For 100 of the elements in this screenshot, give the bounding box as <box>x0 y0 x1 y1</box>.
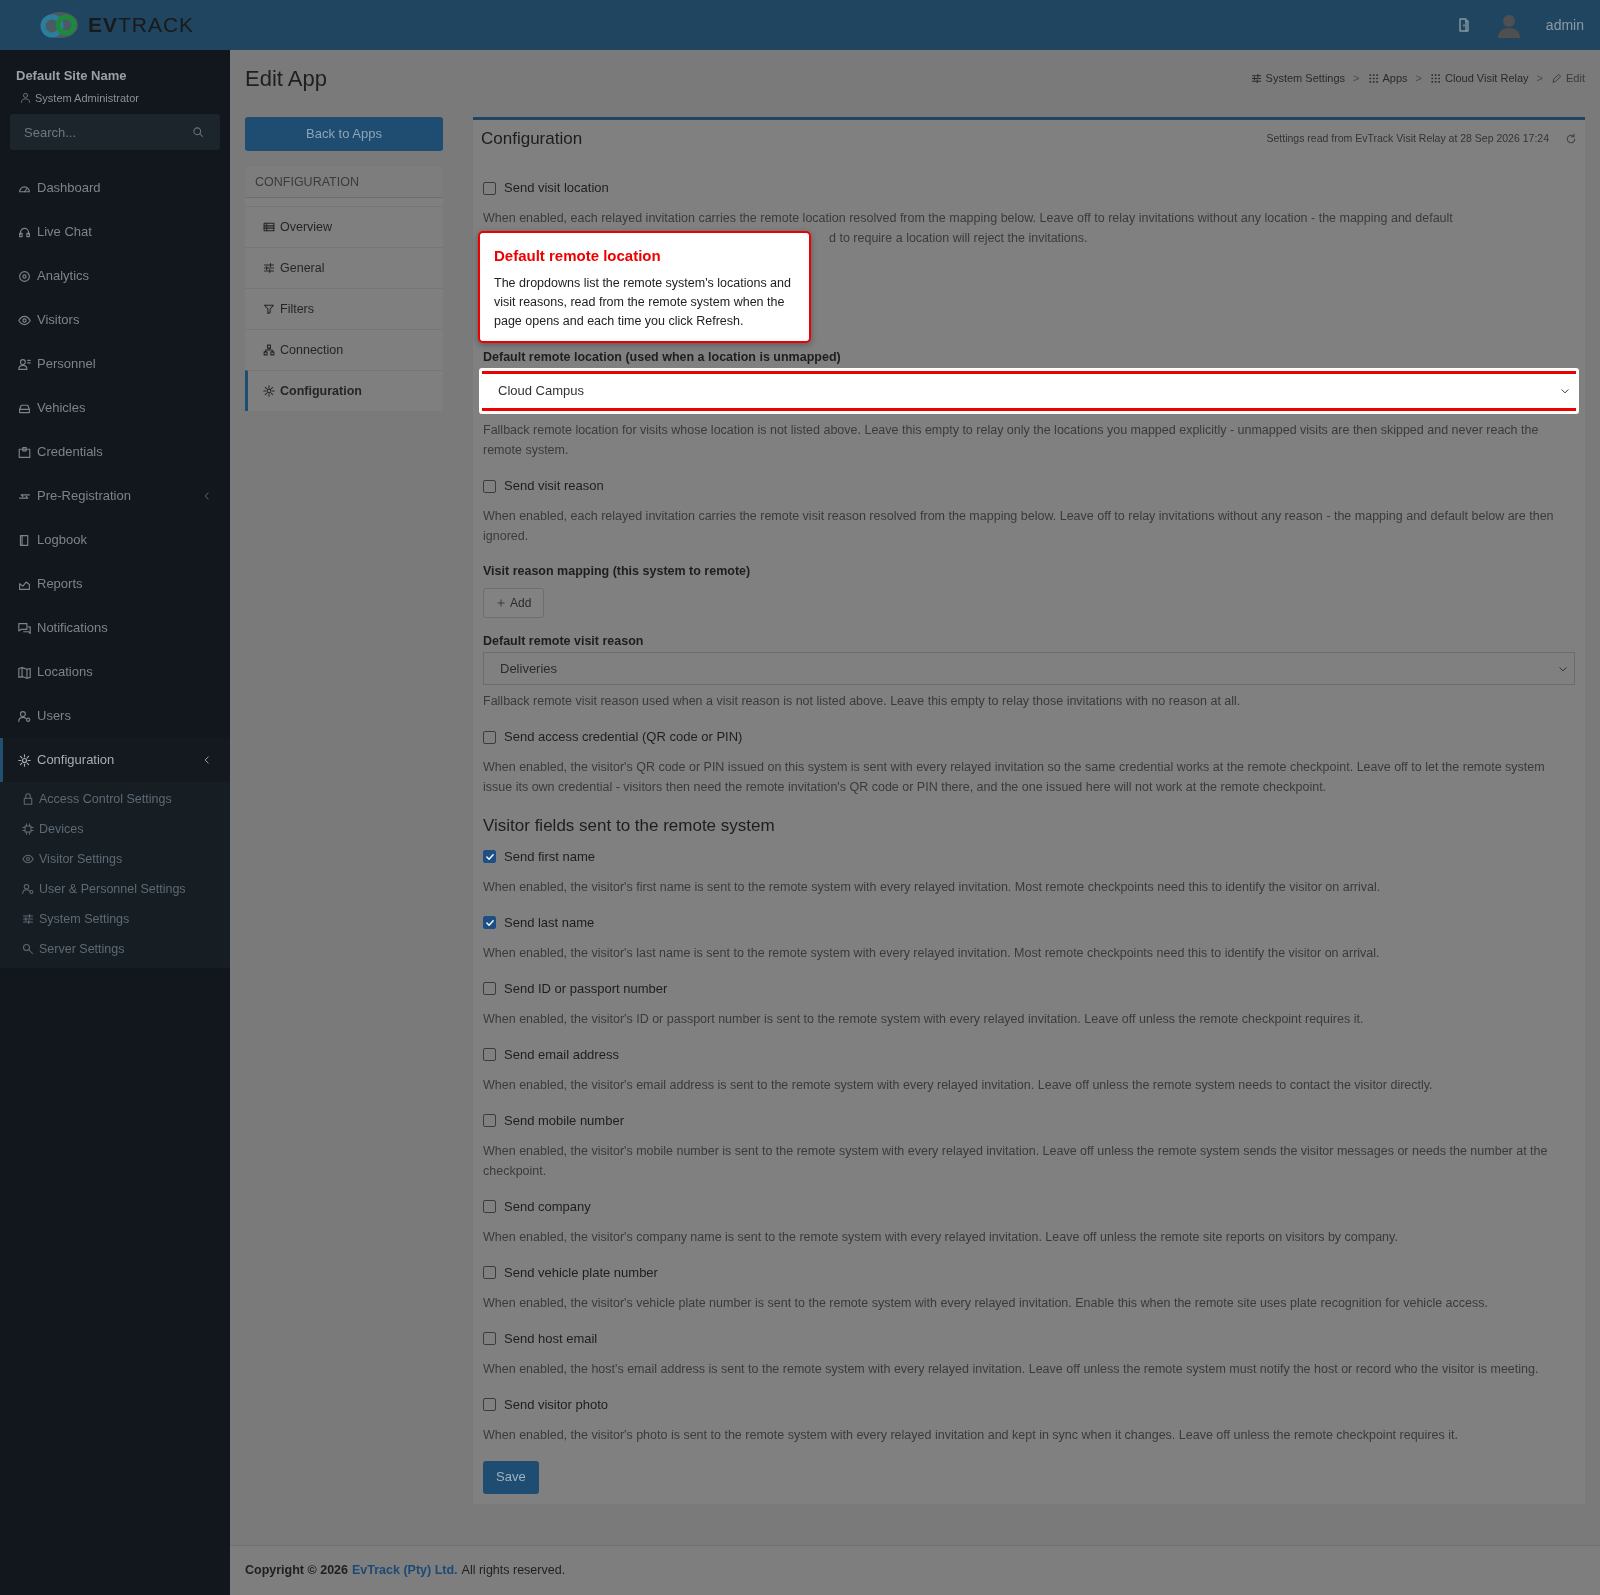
checkbox-label[interactable]: Send vehicle plate number <box>504 1262 658 1283</box>
logo-text: EVTRACK <box>87 12 195 39</box>
sidebar-subitem[interactable]: Devices <box>0 814 230 844</box>
lock-icon <box>22 793 34 805</box>
page-title: Edit App <box>245 65 327 93</box>
field-description: Fallback remote location for visits whose location is not listed above. Leave this empty to relay only the locations you mapped explicitly - unmapped visits are then skipped and never reach the remote system. <box>483 423 1539 457</box>
refresh-icon[interactable] <box>1565 133 1577 145</box>
sidebar-item[interactable]: Locations <box>0 650 230 694</box>
field-description: d to require a location will reject the invitations. <box>829 231 1088 245</box>
add-button[interactable]: Add <box>483 588 545 618</box>
checkbox-label[interactable]: Send email address <box>504 1044 619 1065</box>
sidebar-item[interactable]: Pre-Registration <box>0 474 230 518</box>
network-icon <box>263 344 275 356</box>
field-description: When enabled, the visitor's company name is sent to the remote system with every relayed invitation. Leave off unless the remote site reports on visitors by company. <box>483 1229 1398 1244</box>
card-title: Configuration <box>481 128 583 151</box>
sidebar-item[interactable]: Vehicles <box>0 386 230 430</box>
rights-text: All rights reserved. <box>461 1562 566 1580</box>
eye-icon <box>22 853 34 865</box>
field-description: When enabled, the visitor's vehicle plate number is sent to the remote system with every relayed invitation. Enable this when the remote site uses plate recognition for vehicle access. <box>483 1295 1488 1310</box>
caret-icon <box>1560 386 1570 396</box>
callout-title: Default remote location <box>494 246 662 266</box>
checkbox[interactable] <box>483 1048 496 1061</box>
checkbox[interactable] <box>483 850 496 863</box>
company-link[interactable]: EvTrack (Pty) Ltd. <box>352 1561 458 1580</box>
sidebar-subitem[interactable]: System Settings <box>0 904 230 934</box>
select-field[interactable]: Deliveries <box>483 652 1575 685</box>
sidebar-item[interactable]: Logbook <box>0 518 230 562</box>
sidebar-item[interactable]: Personnel <box>0 342 230 386</box>
save-button[interactable]: Save <box>483 1460 539 1494</box>
checkbox[interactable] <box>483 1398 496 1411</box>
checkbox-label[interactable]: Send host email <box>504 1328 598 1349</box>
checkbox-label[interactable]: Send company <box>504 1196 591 1217</box>
field-description: When enabled, the visitor's ID or passport number is sent to the remote system with every relayed invitation. Leave off unless the remote checkpoint requires it. <box>483 1011 1364 1026</box>
menu-item[interactable]: Connection <box>245 329 443 370</box>
pencil-icon <box>1551 73 1563 84</box>
check-icon <box>484 851 495 862</box>
user-role: System Administrator <box>35 90 139 106</box>
check-icon <box>484 917 495 928</box>
field-label: Default remote visit reason <box>483 634 644 648</box>
checkbox[interactable] <box>483 479 496 493</box>
field-description: When enabled, the host's email address is sent to the remote system with every relayed invitation. Leave off unless the remote system must notify the host or record who the visitor is meeting. <box>483 1361 1539 1376</box>
sidebar-item[interactable]: Visitors <box>0 298 230 342</box>
breadcrumb-link[interactable]: Cloud Visit Relay <box>1430 70 1529 87</box>
checkbox-label[interactable]: Send ID or passport number <box>504 978 668 999</box>
checkbox[interactable] <box>483 982 496 995</box>
sidebar-item[interactable]: Users <box>0 694 230 738</box>
sidebar-item[interactable]: Reports <box>0 562 230 606</box>
breadcrumb-link[interactable]: Edit <box>1551 70 1585 87</box>
chip-icon <box>22 823 34 835</box>
checkbox[interactable] <box>483 730 496 744</box>
checkbox-label[interactable]: Send first name <box>504 846 596 867</box>
checkbox-label[interactable]: Send last name <box>504 912 595 933</box>
checkbox-label[interactable]: Send visitor photo <box>504 1394 609 1415</box>
sidebar-subitem[interactable]: Access Control Settings <box>0 784 230 814</box>
sidebar-subitem[interactable]: User & Personnel Settings <box>0 874 230 904</box>
sidebar-item[interactable]: Live Chat <box>0 210 230 254</box>
checkbox[interactable] <box>483 1200 496 1213</box>
menu-item[interactable]: Overview <box>245 206 443 247</box>
checkbox[interactable] <box>483 181 496 195</box>
field-description: When enabled, each relayed invitation carries the remote location resolved from the mapping below. Leave off to relay invitations without any location - the mapping and default <box>483 211 1453 225</box>
field-description: When enabled, the visitor's photo is sent to the remote system with every relayed invitation and kept in sync when it changes. Leave off unless the remote checkpoint requires it. <box>483 1427 1458 1442</box>
checkbox-label[interactable]: Send visit location <box>504 178 609 198</box>
map-icon <box>18 665 31 679</box>
checkbox[interactable] <box>483 1332 496 1345</box>
sidebar-subitem[interactable]: Server Settings <box>0 934 230 964</box>
checkbox[interactable] <box>483 1266 496 1279</box>
search-field[interactable]: Search... <box>10 114 220 150</box>
grid-icon <box>1430 73 1442 84</box>
eye-icon <box>18 313 31 327</box>
sidebar-item[interactable]: Dashboard <box>0 166 230 210</box>
sidebar-item[interactable]: Analytics <box>0 254 230 298</box>
checkbox-label[interactable]: Send access credential (QR code or PIN) <box>504 727 743 747</box>
select-field[interactable]: Cloud Campus <box>482 371 1576 411</box>
checkbox-label[interactable]: Send mobile number <box>504 1110 624 1131</box>
user-name[interactable]: admin <box>1545 14 1584 36</box>
sidebar-item[interactable]: Credentials <box>0 430 230 474</box>
menu-item[interactable]: Filters <box>245 288 443 329</box>
menu-item[interactable]: General <box>245 247 443 288</box>
search-icon <box>192 126 204 138</box>
breadcrumb-link[interactable]: System Settings <box>1250 70 1346 87</box>
headset-icon <box>18 225 31 239</box>
status-text: Settings read from EvTrack Visit Relay at 28 Sep 2026 17:24 <box>1266 131 1549 147</box>
person-icon <box>18 357 31 371</box>
sidebar-subitem[interactable]: Visitor Settings <box>0 844 230 874</box>
field-description: When enabled, each relayed invitation carries the remote visit reason resolved from the mapping below. Leave off to relay invitations without any reason - the mapping and default below are then ignored. <box>483 509 1554 543</box>
back-button[interactable]: Back to Apps <box>245 117 443 151</box>
site-name: Default Site Name <box>16 67 128 85</box>
checkbox[interactable] <box>483 1114 496 1127</box>
users-icon <box>22 883 34 895</box>
list-icon <box>263 221 275 233</box>
checkbox-label[interactable]: Send visit reason <box>504 476 604 496</box>
field-description: When enabled, the visitor's last name is sent to the remote system with every relayed invitation. Most remote checkpoints need this to identify the visitor on arrival. <box>483 945 1380 960</box>
menu-item[interactable]: Configuration <box>245 370 443 411</box>
sidebar-item[interactable]: Notifications <box>0 606 230 650</box>
checkbox[interactable] <box>483 916 496 929</box>
field-label: Visit reason mapping (this system to remote) <box>483 564 751 578</box>
breadcrumb-separator: > <box>1415 71 1423 87</box>
breadcrumb-link[interactable]: Apps <box>1367 70 1408 87</box>
sliders-icon <box>22 913 34 925</box>
user-icon <box>20 92 31 104</box>
